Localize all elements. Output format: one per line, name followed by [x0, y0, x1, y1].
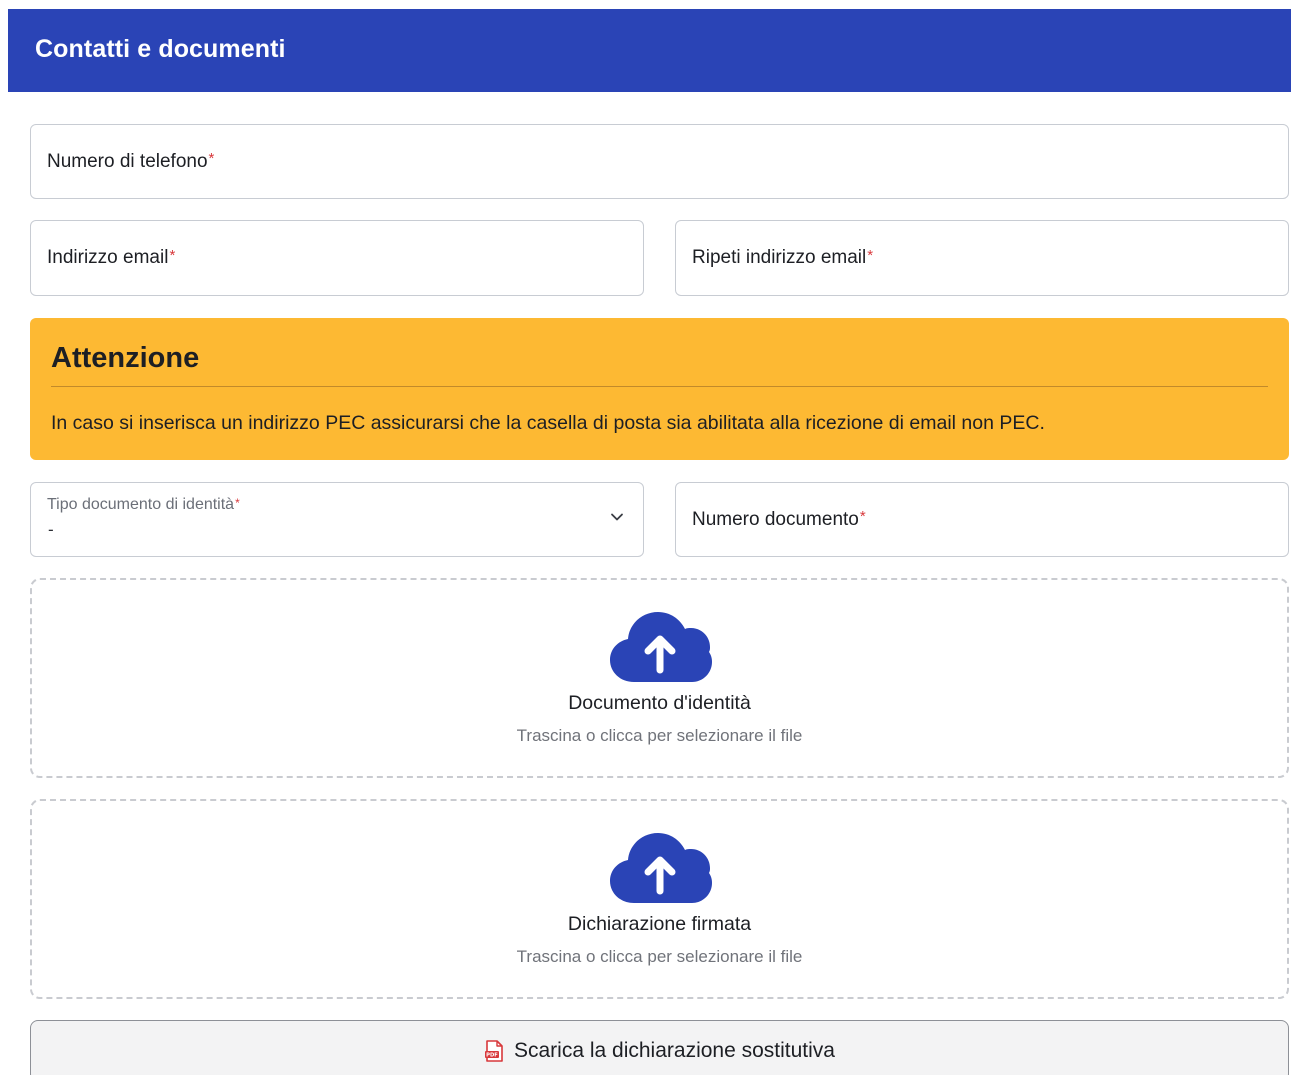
section-title: Contatti e documenti — [35, 35, 286, 63]
download-button-label: Scarica la dichiarazione sostitutiva — [514, 1039, 835, 1062]
phone-field-label: Numero di telefono — [47, 150, 208, 172]
email-repeat-field-label: Ripeti indirizzo email — [692, 247, 867, 268]
doc-type-select[interactable]: Tipo documento di identità* - — [30, 482, 644, 557]
alert-divider — [51, 386, 1268, 387]
dropzone-hint: Trascina o clicca per selezionare il fil… — [516, 947, 803, 966]
identity-document-dropzone[interactable]: Documento d'identità Trascina o clicca p… — [30, 578, 1289, 778]
section-header: Contatti e documenti — [8, 9, 1291, 92]
cloud-upload-icon — [610, 612, 712, 682]
cloud-upload-icon — [610, 833, 712, 903]
email-repeat-field-label-wrap: Ripeti indirizzo email * — [692, 221, 873, 295]
required-marker: * — [859, 508, 866, 525]
chevron-down-icon — [611, 513, 623, 521]
email-field-label-wrap: Indirizzo email * — [47, 221, 175, 295]
required-marker: * — [208, 150, 215, 167]
pdf-file-icon: PDF — [485, 1040, 503, 1062]
phone-field[interactable]: Numero di telefono * — [30, 124, 1289, 199]
alert-title: Attenzione — [51, 342, 200, 374]
svg-text:PDF: PDF — [486, 1053, 498, 1059]
alert-text: In caso si inserisca un indirizzo PEC as… — [51, 412, 1045, 434]
email-field-label: Indirizzo email — [47, 247, 169, 268]
doc-type-label: Tipo documento di identità — [47, 496, 235, 513]
required-marker: * — [169, 246, 176, 264]
download-declaration-button[interactable]: PDF Scarica la dichiarazione sostitutiva — [30, 1020, 1289, 1075]
doc-number-field[interactable]: Numero documento * — [675, 482, 1289, 557]
required-marker: * — [867, 246, 874, 264]
warning-alert: Attenzione In caso si inserisca un indir… — [30, 318, 1289, 460]
required-marker: * — [235, 496, 240, 510]
page: Contatti e documenti Numero di telefono *… — [0, 0, 1291, 1075]
email-field[interactable]: Indirizzo email * — [30, 220, 644, 296]
download-button-content: PDF Scarica la dichiarazione sostitutiva — [31, 1039, 1288, 1063]
signed-declaration-dropzone[interactable]: Dichiarazione firmata Trascina o clicca … — [30, 799, 1289, 999]
email-repeat-field[interactable]: Ripeti indirizzo email * — [675, 220, 1289, 296]
dropzone-title: Documento d'identità — [568, 692, 751, 714]
phone-field-label-wrap: Numero di telefono * — [47, 125, 214, 198]
doc-type-label-wrap: Tipo documento di identità* — [47, 496, 240, 514]
doc-number-label-wrap: Numero documento * — [692, 483, 866, 556]
dropzone-hint: Trascina o clicca per selezionare il fil… — [516, 726, 803, 745]
doc-type-value: - — [48, 520, 54, 539]
dropzone-title: Dichiarazione firmata — [567, 913, 752, 935]
doc-number-label: Numero documento — [692, 508, 859, 530]
